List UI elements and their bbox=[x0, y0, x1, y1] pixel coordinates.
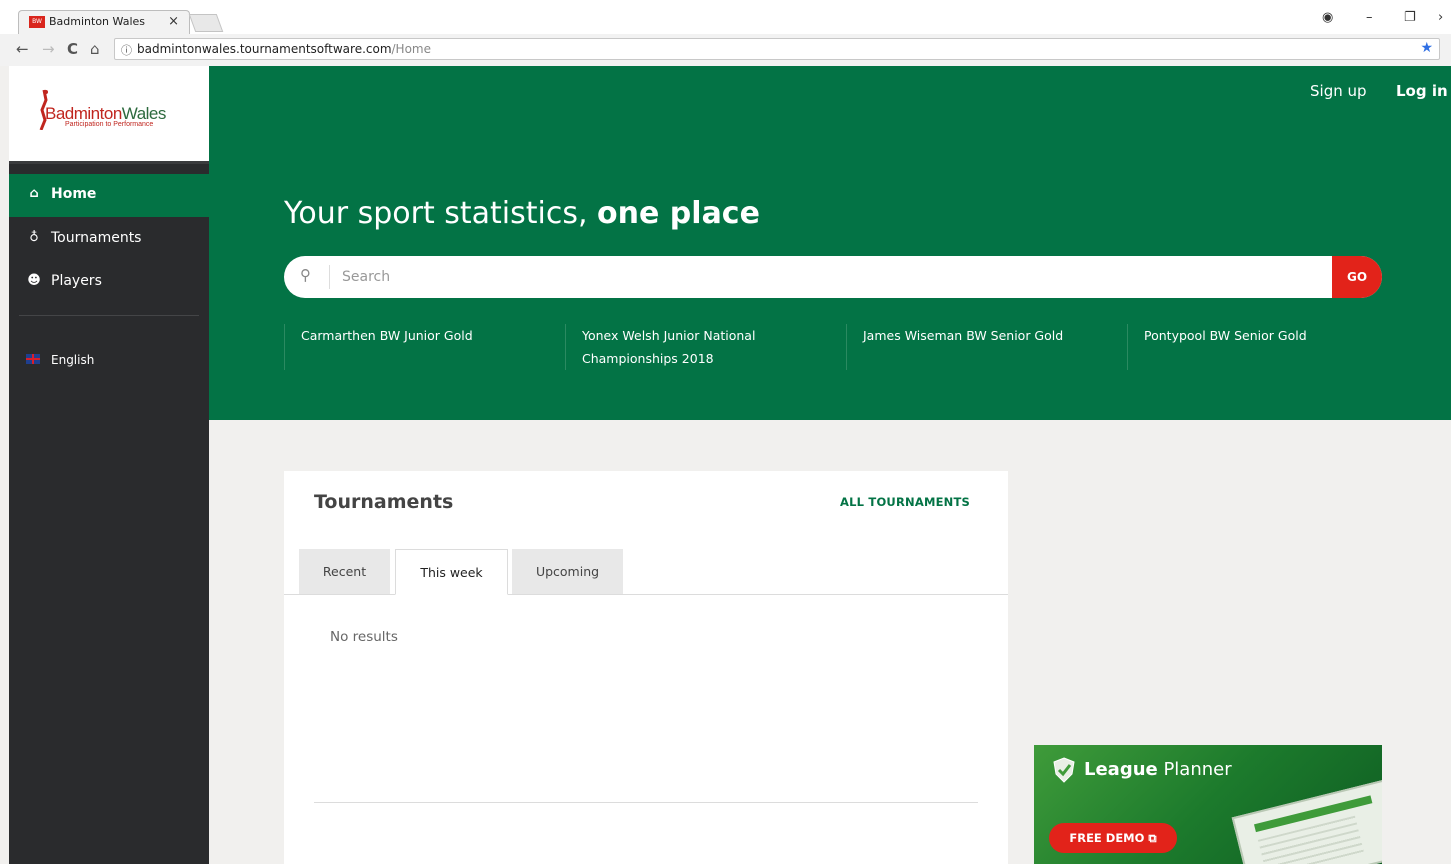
sidebar-item-players[interactable]: ☻ Players bbox=[9, 261, 209, 304]
medal-icon: ♁ bbox=[29, 230, 39, 245]
search-separator bbox=[329, 265, 330, 289]
browser-tabstrip: BW Badminton Wales × ◉ – ❐ › bbox=[0, 0, 1451, 34]
ad-brand-bold: League bbox=[1084, 759, 1158, 780]
sign-up-link[interactable]: Sign up bbox=[1310, 82, 1367, 100]
quick-link-tournament[interactable]: James Wiseman BW Senior Gold bbox=[846, 324, 1126, 370]
league-planner-ad[interactable]: League Planner FREE DEMO ⧉ bbox=[1034, 745, 1382, 864]
ad-brand: League Planner bbox=[1084, 759, 1232, 780]
address-bar[interactable]: ⓘ badmintonwales.tournamentsoftware.com/… bbox=[114, 38, 1440, 60]
quick-link-tournament[interactable]: Carmarthen BW Junior Gold bbox=[284, 324, 564, 370]
card-divider bbox=[314, 802, 978, 803]
browser-tab-title: Badminton Wales bbox=[49, 15, 145, 28]
search-input[interactable] bbox=[342, 264, 1302, 290]
sidebar-item-home[interactable]: ⌂ Home bbox=[9, 174, 209, 217]
hero-banner: Sign up Log in Your sport statistics, on… bbox=[209, 66, 1451, 420]
account-icon[interactable]: ◉ bbox=[1322, 10, 1333, 25]
info-icon[interactable]: ⓘ bbox=[121, 42, 132, 58]
go-button[interactable]: GO bbox=[1332, 256, 1382, 298]
tournaments-card: Tournaments ALL TOURNAMENTS Recent This … bbox=[284, 471, 1008, 864]
tabs-divider bbox=[284, 594, 1008, 595]
uk-flag-icon bbox=[26, 354, 40, 364]
search-bar: ⚲ GO bbox=[284, 256, 1382, 298]
close-tab-icon[interactable]: × bbox=[168, 14, 179, 29]
sidebar-item-label: Home bbox=[51, 186, 97, 202]
url-host: badmintonwales.tournamentsoftware.com bbox=[137, 42, 392, 56]
hero-title-bold: one place bbox=[597, 196, 760, 231]
ad-brand-regular: Planner bbox=[1157, 759, 1232, 780]
url-text: badmintonwales.tournamentsoftware.com/Ho… bbox=[137, 42, 431, 56]
reload-icon[interactable]: C bbox=[67, 40, 78, 58]
hero-title-regular: Your sport statistics, bbox=[284, 196, 598, 231]
logo-tagline: Participation to Performance bbox=[65, 121, 154, 128]
chevron-right-icon[interactable]: › bbox=[1438, 10, 1443, 25]
home-icon: ⌂ bbox=[29, 186, 39, 201]
all-tournaments-link[interactable]: ALL TOURNAMENTS bbox=[840, 495, 970, 509]
bookmark-star-icon[interactable]: ★ bbox=[1420, 40, 1433, 56]
forward-icon[interactable]: → bbox=[42, 40, 55, 58]
hero-title: Your sport statistics, one place bbox=[284, 196, 760, 231]
minimize-icon[interactable]: – bbox=[1366, 10, 1373, 25]
sidebar-item-label: Tournaments bbox=[51, 230, 142, 246]
language-label: English bbox=[51, 353, 95, 367]
restore-icon[interactable]: ❐ bbox=[1404, 10, 1416, 25]
browser-tab[interactable]: BW Badminton Wales × bbox=[18, 10, 190, 34]
tab-this-week[interactable]: This week bbox=[395, 549, 508, 595]
language-selector[interactable]: English bbox=[9, 350, 209, 372]
back-icon[interactable]: ← bbox=[16, 40, 29, 58]
tournaments-title: Tournaments bbox=[314, 491, 454, 513]
search-icon: ⚲ bbox=[300, 266, 311, 284]
sidebar: BadmintonWales Participation to Performa… bbox=[9, 66, 209, 864]
log-in-link[interactable]: Log in bbox=[1396, 82, 1448, 100]
shield-check-icon bbox=[1053, 757, 1075, 783]
quick-link-tournament[interactable]: Yonex Welsh Junior National Championship… bbox=[565, 324, 845, 370]
tab-recent[interactable]: Recent bbox=[299, 549, 390, 595]
browser-chrome: BW Badminton Wales × ◉ – ❐ › ← → C ⌂ ⓘ b… bbox=[0, 0, 1451, 66]
favicon-icon: BW bbox=[29, 16, 45, 28]
home-icon[interactable]: ⌂ bbox=[90, 40, 100, 58]
empty-state-text: No results bbox=[330, 629, 398, 645]
users-icon: ☻ bbox=[27, 273, 41, 288]
app-screenshot-image bbox=[1231, 778, 1382, 864]
free-demo-button[interactable]: FREE DEMO ⧉ bbox=[1049, 823, 1177, 853]
tab-upcoming[interactable]: Upcoming bbox=[512, 549, 623, 595]
quick-link-tournament[interactable]: Pontypool BW Senior Gold bbox=[1127, 324, 1407, 370]
new-tab-button[interactable] bbox=[188, 14, 224, 32]
url-path: /Home bbox=[391, 42, 431, 56]
sidebar-item-label: Players bbox=[51, 273, 102, 289]
sidebar-divider bbox=[19, 315, 199, 316]
sidebar-item-tournaments[interactable]: ♁ Tournaments bbox=[9, 218, 209, 261]
logo[interactable]: BadmintonWales Participation to Performa… bbox=[9, 66, 209, 164]
